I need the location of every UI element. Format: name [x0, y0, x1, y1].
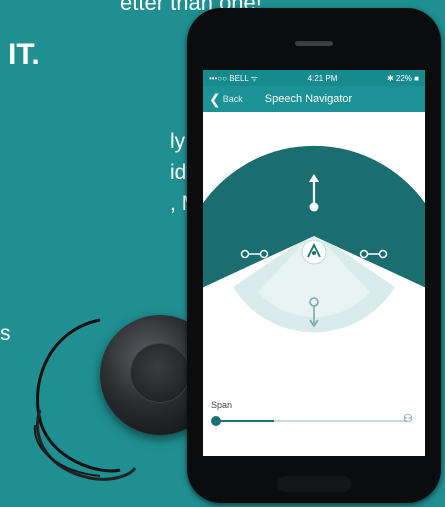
- back-chevron-icon[interactable]: ❮: [209, 91, 221, 108]
- headline-it: IT.: [8, 38, 40, 71]
- navigation-bar: ❮ Back Speech Navigator: [203, 86, 425, 112]
- span-slider-handle[interactable]: [211, 416, 221, 426]
- carrier-signal: •••○○ BELL ᯤ: [209, 73, 259, 83]
- status-bar: •••○○ BELL ᯤ 4:21 PM ✱ 22% ■: [203, 70, 425, 86]
- status-time: 4:21 PM: [307, 73, 338, 83]
- body-line: s: [0, 322, 11, 345]
- home-button[interactable]: [277, 476, 351, 492]
- phone-speaker: [295, 41, 333, 46]
- screen-title: Speech Navigator: [264, 93, 353, 105]
- listener-icon[interactable]: [301, 239, 327, 265]
- back-button[interactable]: Back: [223, 94, 243, 104]
- microphone-end-icon: ⚇: [403, 413, 413, 425]
- speech-navigator-dial[interactable]: [203, 112, 425, 382]
- span-slider-fill: [217, 420, 274, 422]
- smartphone: •••○○ BELL ᯤ 4:21 PM ✱ 22% ■ ❮ Back Spee…: [187, 8, 441, 503]
- streamer-button: [130, 343, 190, 403]
- span-label: Span: [211, 400, 233, 410]
- span-slider-track[interactable]: [217, 420, 407, 422]
- battery-status: ✱ 22% ■: [386, 73, 419, 83]
- phone-screen: •••○○ BELL ᯤ 4:21 PM ✱ 22% ■ ❮ Back Spee…: [203, 70, 425, 456]
